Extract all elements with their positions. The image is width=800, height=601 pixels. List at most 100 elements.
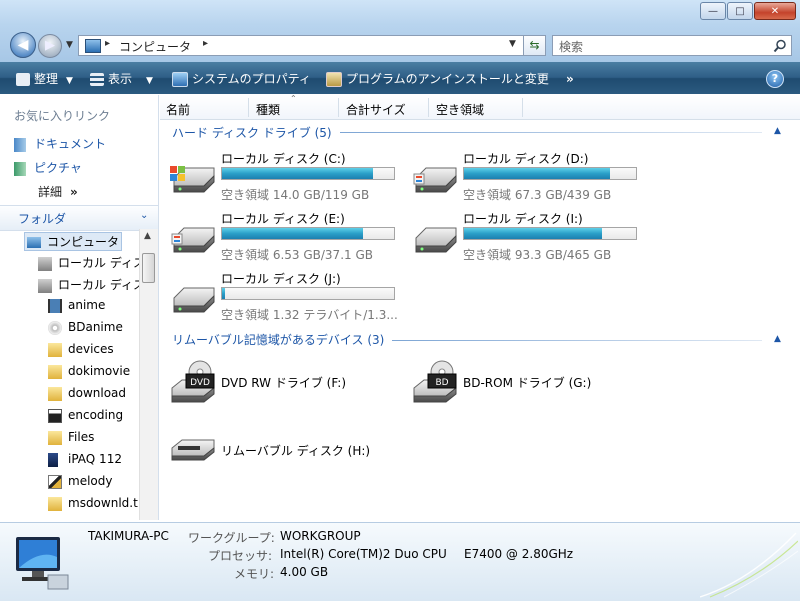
tree-item-files[interactable]: Files [48,430,94,445]
back-button[interactable]: ◀ [10,32,36,58]
tree-item-drive-c[interactable]: ローカル ディス [38,254,139,271]
address-dropdown-icon[interactable]: ▼ [509,39,516,49]
column-divider[interactable] [428,98,429,117]
breadcrumb-separator: ▸ [203,38,209,49]
drive-usage-fill [222,288,226,299]
column-divider[interactable] [522,98,523,117]
tree-item-label: download [68,386,127,400]
column-total-size[interactable]: 合計サイズ [346,101,406,118]
device-name: リムーバブル ディスク (H:) [221,444,371,458]
tree-item-download[interactable]: download [48,386,126,401]
tree-item-label: iPAQ 112 [68,452,122,466]
computer-monitor-icon [16,537,69,590]
column-header-bar: 名前 種類 ⌃ 合計サイズ 空き領域 [160,94,800,120]
collapse-group-icon[interactable]: ▲ [774,126,781,136]
tree-item-msdownld[interactable]: msdownld.t [48,496,138,511]
tree-item-anime[interactable]: anime [48,298,105,313]
search-input[interactable]: 検索 [559,38,583,55]
pda-device-icon [48,452,58,467]
tree-item-label: msdownld.t [68,496,138,510]
music-folder-icon [48,474,62,489]
view-icon [90,73,104,86]
drive-badge: BD [435,378,448,388]
minimize-button[interactable]: — [700,2,726,20]
drive-name: ローカル ディスク (D:) [463,152,589,166]
refresh-button[interactable]: ⇆ [524,35,546,56]
drive-name: ローカル ディスク (J:) [221,272,341,286]
uninstall-program-button[interactable]: プログラムのアンインストールと変更 [326,71,549,87]
application-icon [48,408,62,423]
tree-item-label: コンピュータ [47,235,120,249]
tree-item-label: encoding [68,408,124,422]
breadcrumb-computer[interactable]: コンピュータ [119,38,191,55]
forward-button[interactable]: ▶ [38,34,62,58]
help-icon[interactable]: ? [766,70,784,88]
group-removable[interactable]: リムーバブル記憶域があるデバイス (3) [172,331,384,348]
favorite-pictures[interactable]: ピクチャ [14,159,82,176]
drive-free-space: 空き領域 93.3 GB/465 GB [463,248,612,262]
scrollbar-thumb[interactable] [142,253,155,283]
folder-icon [48,342,62,357]
decorative-swoosh [700,532,798,598]
tree-item-label: BDanime [68,320,123,334]
favorite-documents[interactable]: ドキュメント [14,135,106,152]
organize-button[interactable]: 整理 ▼ [16,71,73,87]
search-icon[interactable] [773,39,787,53]
system-properties-label: システムのプロパティ [192,72,311,86]
scroll-up-icon[interactable]: ▲ [144,231,151,241]
group-divider [392,340,762,341]
address-bar[interactable]: ▸ コンピュータ ▸ ▼ [78,35,524,56]
drive-name: ローカル ディスク (C:) [221,152,346,166]
column-divider[interactable] [338,98,339,117]
memory-label: メモリ: [234,567,275,581]
processor-label: プロセッサ: [208,549,273,563]
drive-badge: DVD [190,378,210,388]
tree-item-label: ローカル ディス [58,278,139,292]
hard-drive-icon [38,278,52,293]
organize-label: 整理 [34,72,59,86]
collapse-group-icon[interactable]: ▲ [774,334,781,344]
drive-usage-fill [222,168,374,179]
recent-pages-dropdown[interactable]: ▼ [66,40,73,50]
folder-icon [48,430,62,445]
folders-collapse-icon[interactable]: ⌄ [140,210,148,221]
tree-item-melody[interactable]: melody [48,474,112,489]
tree-item-bdanime[interactable]: BDanime [48,320,123,335]
command-bar: 整理 ▼ 表示 ▼ システムのプロパティ プログラムのアンインストールと変更 » ? [0,62,800,94]
tree-item-label: dokimovie [68,364,131,378]
tree-item-encoding[interactable]: encoding [48,408,123,423]
drive-usage-fill [464,228,602,239]
tree-item-ipaq[interactable]: iPAQ 112 [48,452,122,467]
pc-name: TAKIMURA-PC [88,529,169,543]
favorite-pictures-label: ピクチャ [34,161,82,175]
more-commands-button[interactable]: » [566,71,574,87]
tree-item-computer[interactable]: コンピュータ [24,232,123,251]
removable-disk-icon [171,439,215,461]
search-box[interactable]: 検索 [552,35,792,56]
column-name[interactable]: 名前 [166,101,190,118]
drive-usage-bar [221,167,395,180]
column-type[interactable]: 種類 [256,101,280,118]
favorites-more-link[interactable]: 詳細 » [38,183,78,200]
close-button[interactable]: ✕ [754,2,796,20]
folder-tree: コンピュータ ローカル ディス ローカル ディス anime BDanime d… [0,230,139,520]
folders-header[interactable]: フォルダ ⌄ [0,205,158,231]
hard-drive-icon [413,167,457,193]
programs-icon [326,72,342,87]
workgroup-value: WORKGROUP [280,529,361,543]
view-button[interactable]: 表示 ▼ [90,71,153,87]
tree-item-dokimovie[interactable]: dokimovie [48,364,130,379]
system-properties-button[interactable]: システムのプロパティ [172,71,311,87]
column-divider[interactable] [248,98,249,117]
drive-usage-fill [222,228,364,239]
folder-tree-scrollbar[interactable]: ▲ [139,229,158,520]
video-folder-icon [48,298,62,313]
tree-item-drive-d[interactable]: ローカル ディス [38,276,139,293]
group-hard-disks[interactable]: ハード ディスク ドライブ (5) [172,124,332,141]
column-free-space[interactable]: 空き領域 [436,101,484,118]
drive-free-space: 空き領域 67.3 GB/439 GB [463,188,612,202]
tree-item-devices[interactable]: devices [48,342,114,357]
maximize-button[interactable]: □ [727,2,753,20]
drive-usage-bar [463,227,637,240]
drive-name: ローカル ディスク (I:) [463,212,583,226]
